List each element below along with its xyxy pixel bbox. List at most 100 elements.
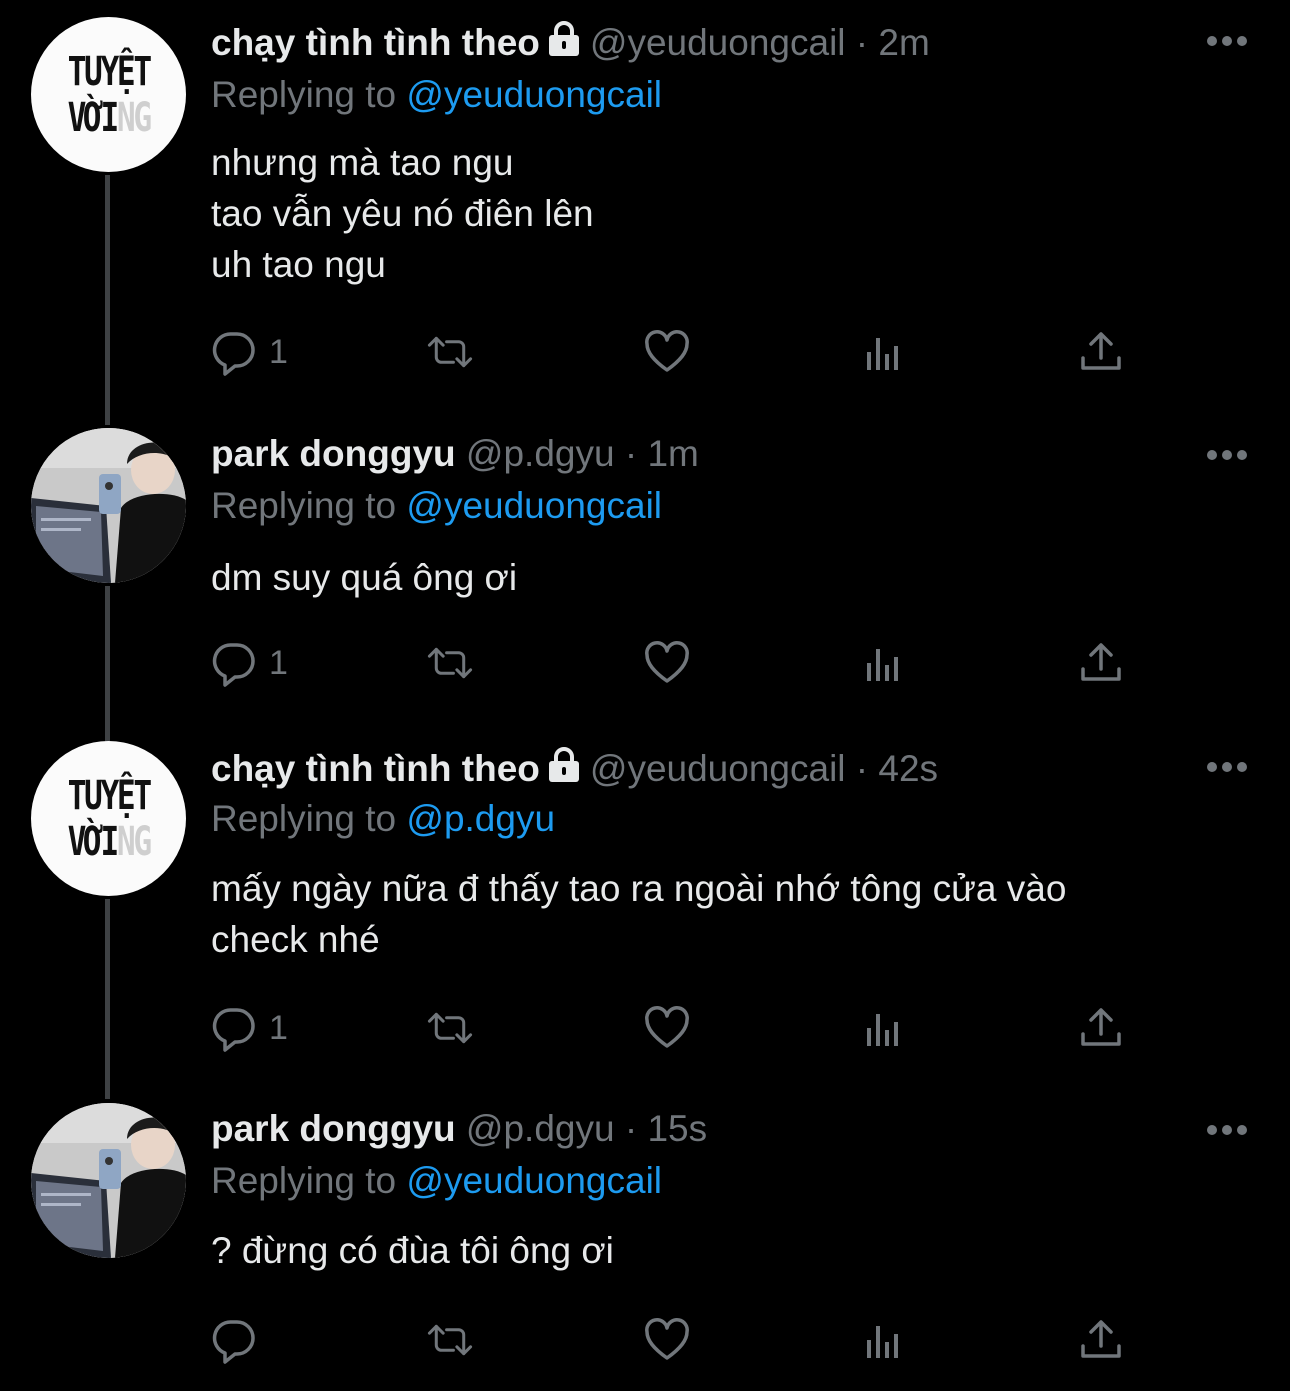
retweet-icon [427, 647, 473, 679]
views-icon [867, 1014, 898, 1046]
tweet-header: chạy tình tình theo @yeuduongcail · 42s [211, 747, 938, 791]
views-button[interactable] [861, 638, 909, 688]
views-icon [867, 649, 898, 681]
avatar-text-line2-faded: NG [116, 818, 152, 865]
replying-to-mention[interactable]: @yeuduongcail [406, 74, 662, 115]
share-button[interactable] [1077, 638, 1125, 688]
like-button[interactable] [643, 1003, 691, 1053]
timestamp[interactable]: 2m [878, 22, 929, 63]
avatar-photo [31, 428, 186, 583]
retweet-button[interactable] [426, 1315, 474, 1365]
user-handle[interactable]: @p.dgyu [466, 1108, 615, 1149]
separator-dot: · [624, 1108, 638, 1149]
avatar-text-line2-faded: NG [116, 94, 152, 141]
replying-to-label: Replying to [211, 74, 397, 115]
tweet-actions: 1 [211, 327, 1131, 377]
display-name[interactable]: park donggyu [211, 433, 456, 474]
avatar[interactable] [31, 1103, 186, 1258]
reply-icon [212, 332, 255, 376]
display-name[interactable]: chạy tình tình theo [211, 22, 540, 63]
replying-to-mention[interactable]: @p.dgyu [406, 798, 555, 839]
timestamp[interactable]: 1m [647, 433, 698, 474]
tweet-actions [211, 1315, 1131, 1365]
replying-to-mention[interactable]: @yeuduongcail [406, 485, 662, 526]
tweet-text: nhưng mà tao ngu tao vẫn yêu nó điên lên… [211, 142, 594, 285]
share-button[interactable] [1077, 1003, 1125, 1053]
tweet[interactable]: TUYỆT VỜING chạy tình tình theo @yeuduong… [0, 741, 1290, 1099]
retweet-button[interactable] [426, 638, 474, 688]
tweet[interactable]: park donggyu @p.dgyu · 15s Replying to @… [0, 1103, 1290, 1383]
avatar[interactable]: TUYỆT VỜING [31, 741, 186, 896]
tweet-header: park donggyu @p.dgyu · 15s [211, 1107, 707, 1151]
conversation-thread: TUYỆT VỜING chạy tình tình theo @yeuduong… [0, 0, 1290, 1391]
tweet[interactable]: park donggyu @p.dgyu · 1m Replying to @y… [0, 428, 1290, 744]
avatar-photo [31, 1103, 186, 1258]
tweet-text: dm suy quá ông ơi [211, 557, 518, 598]
timestamp[interactable]: 15s [647, 1108, 707, 1149]
like-icon [645, 641, 689, 683]
like-button[interactable] [643, 327, 691, 377]
user-handle[interactable]: @yeuduongcail [590, 748, 846, 789]
reply-count: 1 [269, 332, 288, 371]
views-button[interactable] [861, 1315, 909, 1365]
avatar[interactable]: TUYỆT VỜING [31, 17, 186, 172]
tweet-header: park donggyu @p.dgyu · 1m [211, 432, 699, 476]
more-icon[interactable] [1205, 447, 1249, 463]
share-button[interactable] [1077, 327, 1125, 377]
share-icon [1081, 1008, 1121, 1046]
reply-icon [212, 1008, 255, 1052]
share-icon [1081, 1320, 1121, 1358]
replying-to: Replying to @yeuduongcail [211, 73, 662, 117]
separator-dot: · [855, 22, 869, 63]
avatar-text-line2: VỜI [67, 94, 119, 141]
separator-dot: · [855, 748, 869, 789]
lock-icon [548, 747, 579, 782]
tweet-text: ? đừng có đùa tôi ông ơi [211, 1230, 614, 1271]
replying-to: Replying to @yeuduongcail [211, 484, 662, 528]
reply-button[interactable] [211, 1315, 269, 1365]
share-icon [1081, 643, 1121, 681]
like-icon [645, 330, 689, 372]
replying-to: Replying to @yeuduongcail [211, 1159, 662, 1203]
reply-icon [212, 1320, 255, 1364]
retweet-icon [427, 1012, 473, 1044]
tweet-text: mấy ngày nữa đ thấy tao ra ngoài nhớ tôn… [211, 868, 1067, 960]
like-icon [645, 1318, 689, 1360]
display-name[interactable]: park donggyu [211, 1108, 456, 1149]
replying-to-label: Replying to [211, 798, 397, 839]
tweet-header: chạy tình tình theo @yeuduongcail · 2m [211, 21, 930, 65]
user-handle[interactable]: @p.dgyu [466, 433, 615, 474]
like-icon [645, 1006, 689, 1048]
timestamp[interactable]: 42s [878, 748, 938, 789]
user-handle[interactable]: @yeuduongcail [590, 22, 846, 63]
more-icon[interactable] [1205, 33, 1249, 49]
like-button[interactable] [643, 1315, 691, 1365]
reply-button[interactable]: 1 [211, 1003, 288, 1053]
thread-connector [105, 175, 110, 425]
tweet-actions: 1 [211, 638, 1131, 688]
thread-connector [105, 586, 110, 744]
replying-to-label: Replying to [211, 485, 397, 526]
separator-dot: · [624, 433, 638, 474]
avatar[interactable] [31, 428, 186, 583]
replying-to-mention[interactable]: @yeuduongcail [406, 1160, 662, 1201]
more-icon[interactable] [1205, 1122, 1249, 1138]
views-icon [867, 1326, 898, 1358]
retweet-button[interactable] [426, 1003, 474, 1053]
retweet-button[interactable] [426, 327, 474, 377]
tweet[interactable]: TUYỆT VỜING chạy tình tình theo @yeuduong… [0, 17, 1290, 425]
avatar-text-line2: VỜI [67, 818, 119, 865]
tweet-actions: 1 [211, 1003, 1131, 1053]
reply-button[interactable]: 1 [211, 327, 288, 377]
thread-connector [105, 899, 110, 1099]
reply-button[interactable]: 1 [211, 638, 288, 688]
share-button[interactable] [1077, 1315, 1125, 1365]
like-button[interactable] [643, 638, 691, 688]
display-name[interactable]: chạy tình tình theo [211, 748, 540, 789]
reply-count: 1 [269, 1008, 288, 1047]
more-icon[interactable] [1205, 759, 1249, 775]
views-button[interactable] [861, 1003, 909, 1053]
lock-icon [548, 21, 579, 56]
replying-to: Replying to @p.dgyu [211, 797, 555, 841]
views-button[interactable] [861, 327, 909, 377]
